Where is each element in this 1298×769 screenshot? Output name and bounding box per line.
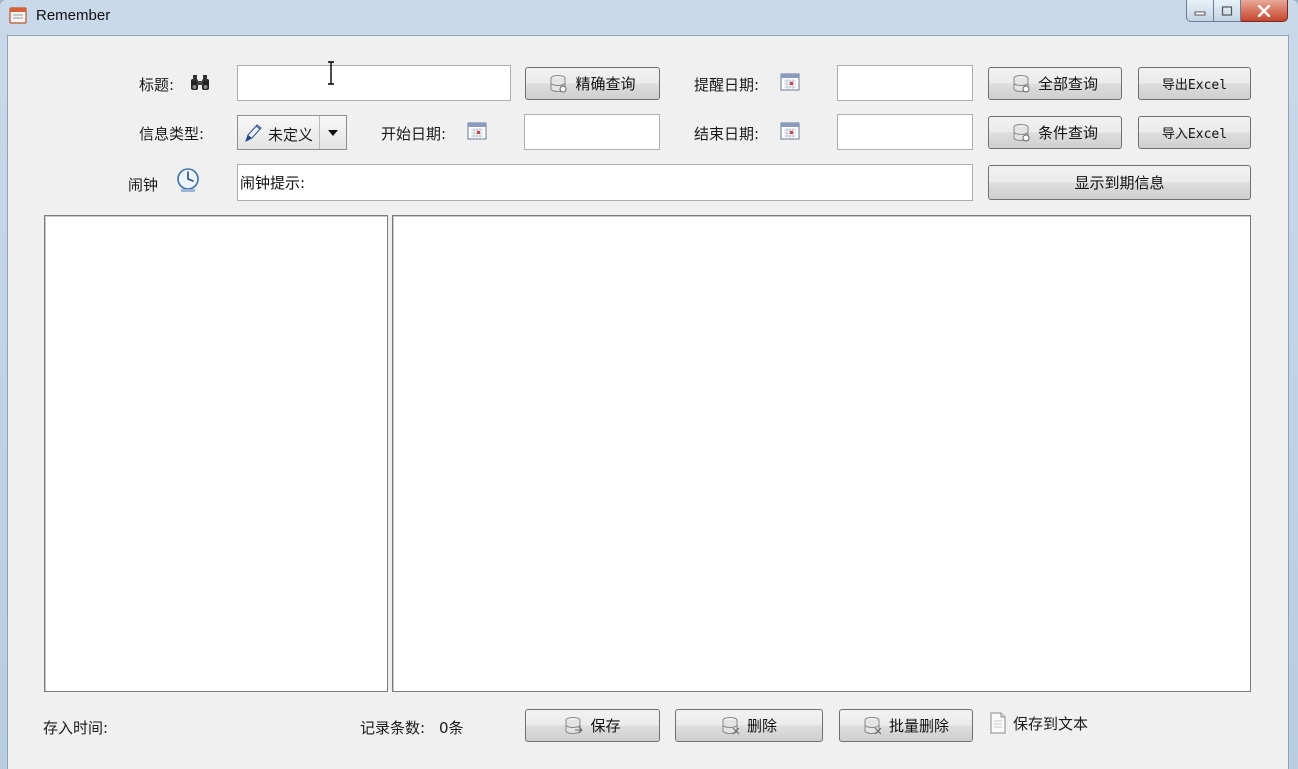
chevron-down-icon	[328, 129, 338, 136]
batch-delete-label: 批量删除	[888, 717, 949, 735]
show-expired-button[interactable]: 显示到期信息	[988, 165, 1251, 200]
exact-query-label: 精确查询	[575, 75, 636, 93]
record-count-label: 记录条数:	[360, 719, 426, 737]
condition-query-button[interactable]: 条件查询	[988, 116, 1122, 149]
database-icon	[565, 716, 584, 734]
text-cursor-icon	[328, 61, 334, 85]
database-icon	[550, 74, 567, 92]
app-window: Remember 标题: 精确查询 提醒日期: 全部查询 导出Excel 信息类…	[0, 0, 1298, 769]
record-count-value: 0条	[439, 719, 464, 737]
pen-icon	[245, 124, 262, 142]
document-icon	[990, 712, 1006, 734]
save-to-text-label: 保存到文本	[1013, 714, 1089, 733]
title-input[interactable]	[237, 65, 511, 101]
alarm-label: 闹钟	[128, 176, 159, 194]
calendar-app-icon	[9, 7, 27, 24]
database-icon	[1013, 74, 1030, 92]
delete-button[interactable]: 删除	[675, 709, 823, 742]
export-excel-button[interactable]: 导出Excel	[1138, 67, 1251, 100]
database-icon	[864, 716, 882, 734]
condition-query-label: 条件查询	[1037, 124, 1098, 142]
import-excel-label: 导入Excel	[1161, 127, 1228, 142]
close-icon	[1257, 4, 1271, 17]
close-button[interactable]	[1241, 0, 1288, 22]
dropdown-arrow[interactable]	[319, 116, 346, 149]
info-type-selected: 未定义	[268, 126, 314, 144]
maximize-icon	[1221, 5, 1233, 16]
info-type-label: 信息类型:	[139, 125, 205, 143]
client-area: 标题: 精确查询 提醒日期: 全部查询 导出Excel 信息类型: 未定义 开始…	[7, 35, 1289, 769]
save-label: 保存	[590, 717, 621, 735]
end-date-input[interactable]	[837, 114, 973, 150]
calendar-icon[interactable]	[467, 122, 487, 140]
minimize-icon	[1194, 11, 1206, 15]
show-expired-label: 显示到期信息	[1074, 174, 1165, 192]
record-list-panel[interactable]	[44, 215, 388, 692]
calendar-icon[interactable]	[780, 122, 800, 140]
all-query-button[interactable]: 全部查询	[988, 67, 1122, 100]
minimize-button[interactable]	[1186, 0, 1214, 22]
reminder-date-input[interactable]	[837, 65, 973, 101]
title-label: 标题:	[139, 76, 175, 94]
info-type-select[interactable]: 未定义	[237, 115, 347, 150]
calendar-icon[interactable]	[780, 73, 800, 91]
caption-buttons	[1186, 0, 1288, 22]
export-excel-label: 导出Excel	[1161, 78, 1228, 93]
content-editor-panel[interactable]	[392, 215, 1251, 692]
save-to-text-link[interactable]: 保存到文本	[989, 712, 1088, 734]
alarm-hint-input[interactable]	[237, 164, 973, 201]
clock-icon[interactable]	[175, 167, 201, 193]
start-date-label: 开始日期:	[381, 125, 447, 143]
maximize-button[interactable]	[1214, 0, 1241, 22]
database-icon	[1013, 123, 1030, 141]
saved-time-label: 存入时间:	[43, 719, 109, 737]
window-title: Remember	[36, 7, 111, 24]
all-query-label: 全部查询	[1037, 75, 1098, 93]
delete-label: 删除	[746, 717, 777, 735]
start-date-input[interactable]	[524, 114, 660, 150]
save-button[interactable]: 保存	[525, 709, 660, 742]
binoculars-icon[interactable]	[189, 73, 211, 93]
batch-delete-button[interactable]: 批量删除	[839, 709, 973, 742]
database-icon	[722, 716, 740, 734]
reminder-date-label: 提醒日期:	[694, 76, 760, 94]
end-date-label: 结束日期:	[694, 125, 760, 143]
exact-query-button[interactable]: 精确查询	[525, 67, 660, 100]
import-excel-button[interactable]: 导入Excel	[1138, 116, 1251, 149]
title-bar[interactable]: Remember	[0, 0, 1298, 34]
